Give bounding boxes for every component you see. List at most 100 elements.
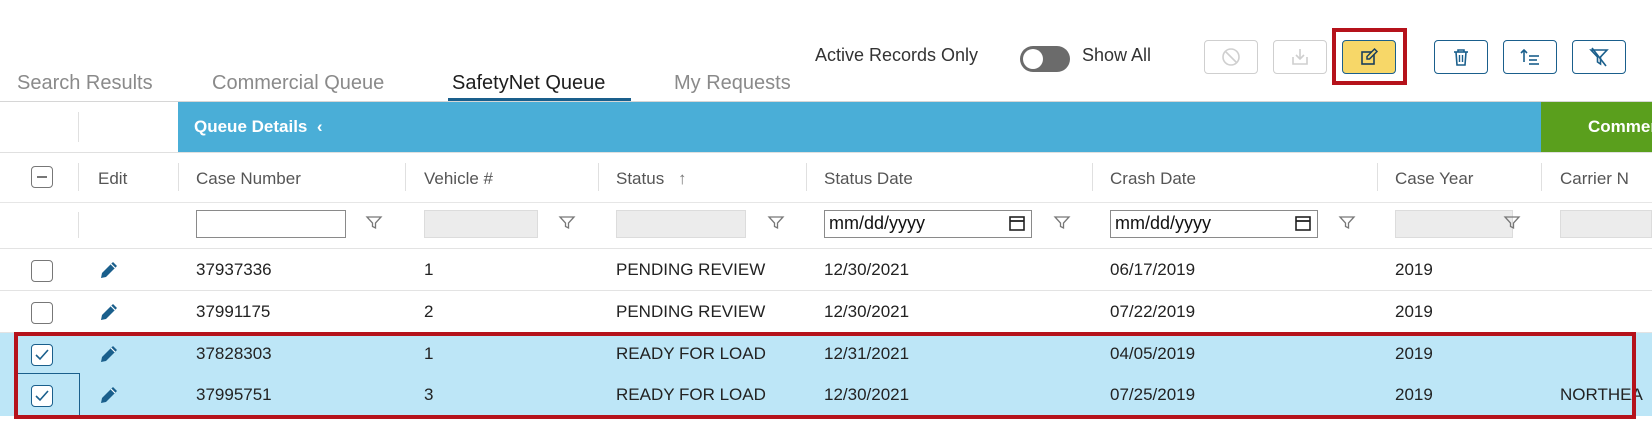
case-year-cell: 2019: [1395, 385, 1433, 404]
commercial-group-label: Commerc: [1588, 117, 1652, 136]
column-header-vehicle[interactable]: Vehicle #: [424, 169, 493, 189]
col-sep: [405, 163, 406, 191]
filter-funnel-icon[interactable]: [365, 214, 383, 232]
download-icon: [1292, 49, 1308, 65]
queue-details-label: Queue Details: [194, 117, 308, 136]
column-header-edit: Edit: [98, 169, 128, 188]
tab-search-results[interactable]: Search Results: [17, 72, 153, 95]
clear-filter-button[interactable]: [1572, 40, 1626, 74]
column-header-carrier[interactable]: Carrier N: [1560, 169, 1629, 189]
collapse-chevron-icon[interactable]: ‹: [317, 117, 323, 136]
case-year-cell: 2019: [1395, 260, 1433, 279]
export-button[interactable]: [1273, 40, 1327, 74]
toggle-knob: [1023, 49, 1043, 69]
status-cell: PENDING REVIEW: [616, 260, 766, 279]
vehicle-filter-input: [424, 210, 538, 238]
col-sep: [178, 163, 179, 191]
case-year-cell: 2019: [1395, 344, 1433, 363]
table-row[interactable]: 37991175 2 PENDING REVIEW 12/30/2021 07/…: [0, 290, 1652, 333]
col-sep: [806, 163, 807, 191]
column-header-case-number[interactable]: Case Number: [196, 169, 301, 189]
case-number-cell: 37991175: [196, 302, 271, 321]
carrier-cell: NORTHEA: [1560, 385, 1643, 404]
show-all-label: Show All: [1082, 45, 1152, 65]
edit-icon: [1361, 47, 1379, 65]
case-year-filter-input: [1395, 210, 1513, 238]
crash-date-cell: 06/17/2019: [1110, 260, 1196, 279]
filter-funnel-icon[interactable]: [558, 214, 576, 232]
case-number-cell: 37828303: [196, 344, 272, 363]
select-all-checkbox[interactable]: [31, 166, 53, 188]
case-number-cell: 37937336: [196, 260, 272, 279]
column-header-status-date[interactable]: Status Date: [824, 169, 913, 189]
col-sep: [1092, 163, 1093, 191]
trash-icon: [1454, 49, 1468, 66]
col-sep: [598, 163, 599, 191]
column-header-crash-date[interactable]: Crash Date: [1110, 169, 1196, 189]
tab-my-requests[interactable]: My Requests: [674, 72, 791, 95]
row-checkbox-checked[interactable]: [31, 344, 53, 366]
status-date-cell: 12/31/2021: [824, 344, 910, 363]
sort-list-icon: [1520, 48, 1539, 65]
status-cell: PENDING REVIEW: [616, 302, 766, 321]
carrier-filter-input: [1560, 210, 1652, 238]
commercial-group-header[interactable]: Commerc: [1541, 102, 1652, 152]
col-sep: [1377, 163, 1378, 191]
case-number-cell: 37995751: [196, 385, 272, 404]
status-cell: READY FOR LOAD: [616, 344, 766, 363]
table-row[interactable]: 37937336 1 PENDING REVIEW 12/30/2021 06/…: [0, 248, 1652, 291]
calendar-icon[interactable]: [1294, 214, 1312, 232]
col-sep: [78, 163, 79, 191]
sort-ascending-icon: ↑: [678, 169, 687, 188]
status-date-cell: 12/30/2021: [824, 385, 910, 404]
col-sep: [1541, 163, 1542, 191]
group-separator: [78, 112, 79, 142]
column-header-status[interactable]: Status: [616, 169, 664, 189]
col-sep: [78, 212, 79, 238]
checkmark-icon: [35, 349, 49, 361]
cell-focus-outline: [16, 373, 80, 418]
filter-funnel-icon[interactable]: [1053, 214, 1071, 232]
calendar-icon[interactable]: [1008, 214, 1026, 232]
vehicle-cell: 1: [424, 260, 434, 279]
clear-filter-icon: [1589, 47, 1609, 67]
edit-selected-button[interactable]: [1342, 40, 1396, 74]
status-date-placeholder: mm/dd/yyyy: [829, 213, 926, 233]
crash-date-placeholder: mm/dd/yyyy: [1115, 213, 1212, 233]
table-row-selected[interactable]: 37995751 3 READY FOR LOAD 12/30/2021 07/…: [0, 374, 1652, 416]
table-row-selected[interactable]: 37828303 1 READY FOR LOAD 12/31/2021 04/…: [0, 332, 1652, 375]
cancel-icon: [1222, 48, 1240, 66]
row-checkbox[interactable]: [31, 302, 53, 324]
delete-button[interactable]: [1434, 40, 1488, 74]
case-number-filter-input[interactable]: [196, 210, 346, 238]
crash-date-cell: 07/22/2019: [1110, 302, 1196, 321]
sort-button[interactable]: [1503, 40, 1557, 74]
crash-date-cell: 07/25/2019: [1110, 385, 1196, 404]
active-records-toggle[interactable]: [1020, 46, 1070, 72]
pencil-icon[interactable]: [98, 343, 120, 365]
vehicle-cell: 3: [424, 385, 434, 404]
queue-details-group-header[interactable]: Queue Details ‹: [178, 102, 1541, 152]
cancel-button[interactable]: [1204, 40, 1258, 74]
tab-commercial-queue[interactable]: Commercial Queue: [212, 72, 384, 95]
vehicle-cell: 1: [424, 344, 434, 363]
status-date-cell: 12/30/2021: [824, 302, 910, 321]
filter-funnel-icon[interactable]: [1338, 214, 1356, 232]
row-checkbox[interactable]: [31, 260, 53, 282]
filter-funnel-icon[interactable]: [1503, 214, 1521, 232]
status-cell: READY FOR LOAD: [616, 385, 766, 404]
pencil-icon[interactable]: [98, 259, 120, 281]
vehicle-cell: 2: [424, 302, 434, 321]
pencil-icon[interactable]: [98, 301, 120, 323]
filter-funnel-icon[interactable]: [767, 214, 785, 232]
status-filter-input: [616, 210, 746, 238]
pencil-icon[interactable]: [98, 384, 120, 406]
crash-date-filter-input[interactable]: mm/dd/yyyy: [1110, 210, 1318, 238]
case-year-cell: 2019: [1395, 302, 1433, 321]
crash-date-cell: 04/05/2019: [1110, 344, 1196, 363]
tab-safetynet-queue[interactable]: SafetyNet Queue: [452, 72, 605, 95]
column-header-case-year[interactable]: Case Year: [1395, 169, 1473, 189]
status-date-filter-input[interactable]: mm/dd/yyyy: [824, 210, 1032, 238]
status-date-cell: 12/30/2021: [824, 260, 910, 279]
minus-icon: [37, 176, 47, 178]
